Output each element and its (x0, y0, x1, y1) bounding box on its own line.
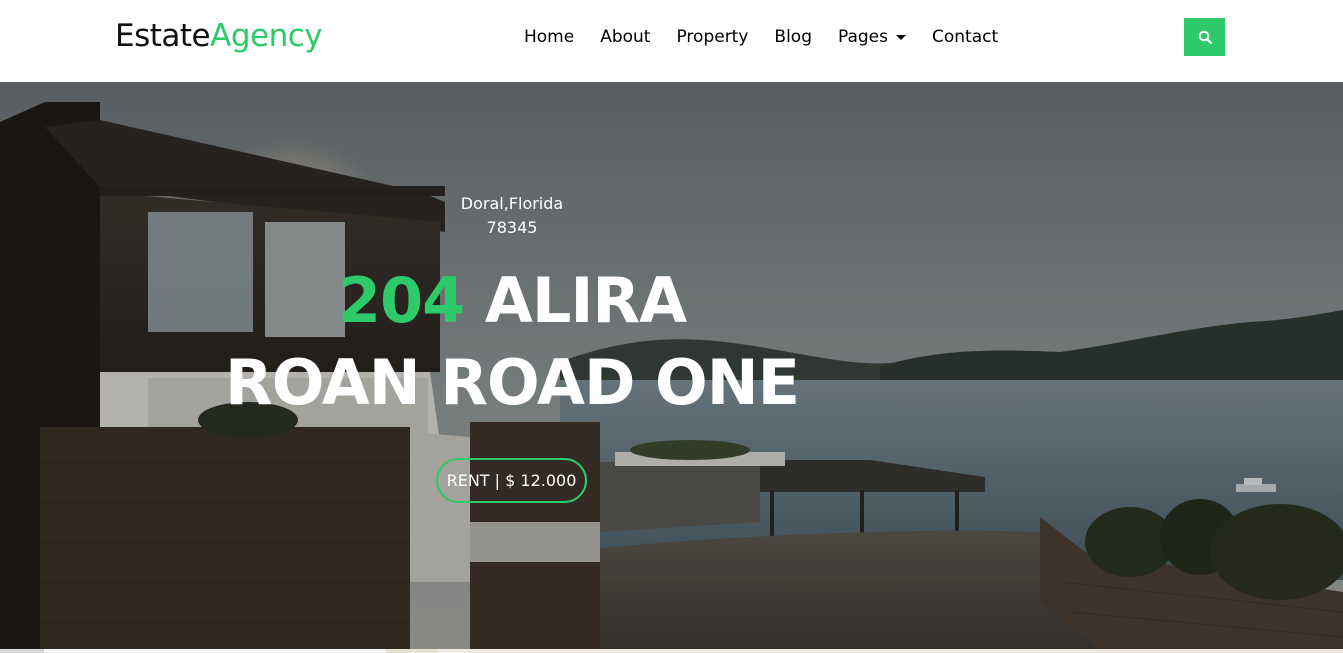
nav-about[interactable]: About (600, 27, 650, 47)
nav-property[interactable]: Property (676, 27, 748, 47)
hero-location: Doral,Florida 78345 (412, 192, 612, 240)
search-button[interactable] (1184, 18, 1225, 56)
nav-pages-dropdown[interactable]: Pages (838, 27, 906, 47)
hero-location-city: Doral,Florida (460, 194, 564, 213)
hero-title-line2: ROAN ROAD ONE (224, 346, 800, 419)
brand-part1: Estate (115, 18, 211, 54)
hero-banner: Doral,Florida 78345 204 ALIRA ROAN ROAD … (0, 82, 1343, 649)
chevron-down-icon (896, 34, 906, 40)
hero-title-line1-rest: ALIRA (464, 264, 687, 337)
hero-title-line1: 204 ALIRA (162, 260, 862, 342)
nav-blog[interactable]: Blog (774, 27, 812, 47)
nav-home[interactable]: Home (524, 27, 574, 47)
nav-pages-label: Pages (837, 27, 888, 47)
hero-title: 204 ALIRA ROAN ROAD ONE (162, 260, 862, 424)
rent-price-button[interactable]: RENT | $ 12.000 (436, 458, 587, 503)
hero-title-number: 204 (337, 264, 465, 337)
brand-logo[interactable]: EstateAgency (115, 18, 323, 54)
search-icon (1198, 30, 1212, 44)
hero-location-zip: 78345 (486, 218, 538, 237)
bottom-strip (0, 649, 1343, 653)
top-navbar: EstateAgency Home About Property Blog Pa… (0, 0, 1343, 82)
nav-contact[interactable]: Contact (932, 27, 998, 47)
brand-part2: Agency (210, 18, 323, 54)
main-nav: Home About Property Blog Pages Contact (524, 26, 998, 48)
